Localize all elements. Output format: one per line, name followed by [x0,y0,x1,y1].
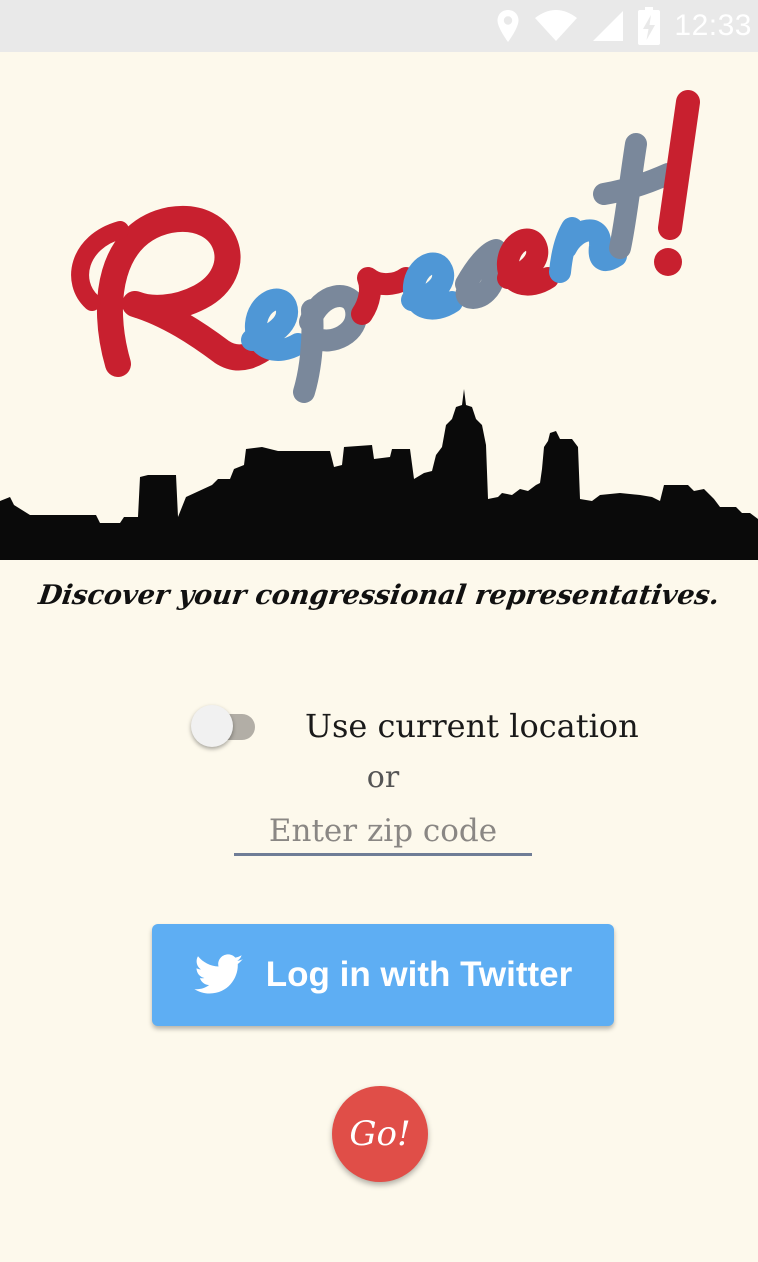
go-button-label: Go! [349,1114,411,1154]
location-icon [497,10,519,42]
twitter-login-label: Log in with Twitter [265,955,573,994]
logo-letter-e2 [401,252,463,320]
status-icons: 12:33 [496,0,758,52]
or-separator: or [366,760,400,795]
toggle-thumb [191,705,233,747]
use-location-toggle[interactable] [191,704,267,748]
zip-code-input[interactable] [234,808,532,856]
logo-exclamation-bar [658,90,700,240]
app-logo [71,90,700,403]
wifi-icon [535,10,578,41]
logo-letter-t [593,133,679,259]
logo-letter-n [549,217,627,283]
city-skyline [0,389,758,560]
logo-script [71,90,700,403]
logo-exclamation-dot [654,248,682,276]
twitter-bird-icon [194,954,243,994]
tagline: Discover your congressional representati… [36,580,722,611]
status-time: 12:33 [674,9,752,42]
logo-letter-r2 [351,267,417,325]
logo-letter-e3 [497,228,559,296]
logo-letter-p [293,285,368,403]
status-bar: 12:33 [0,0,758,52]
logo-letter-e1 [241,288,309,361]
cell-signal-icon [593,11,624,41]
logo-letter-s [455,239,507,309]
twitter-login-button[interactable]: Log in with Twitter [152,924,614,1026]
battery-charging-icon [638,7,661,45]
go-button[interactable]: Go! [332,1086,428,1182]
use-location-label: Use current location [305,707,639,745]
